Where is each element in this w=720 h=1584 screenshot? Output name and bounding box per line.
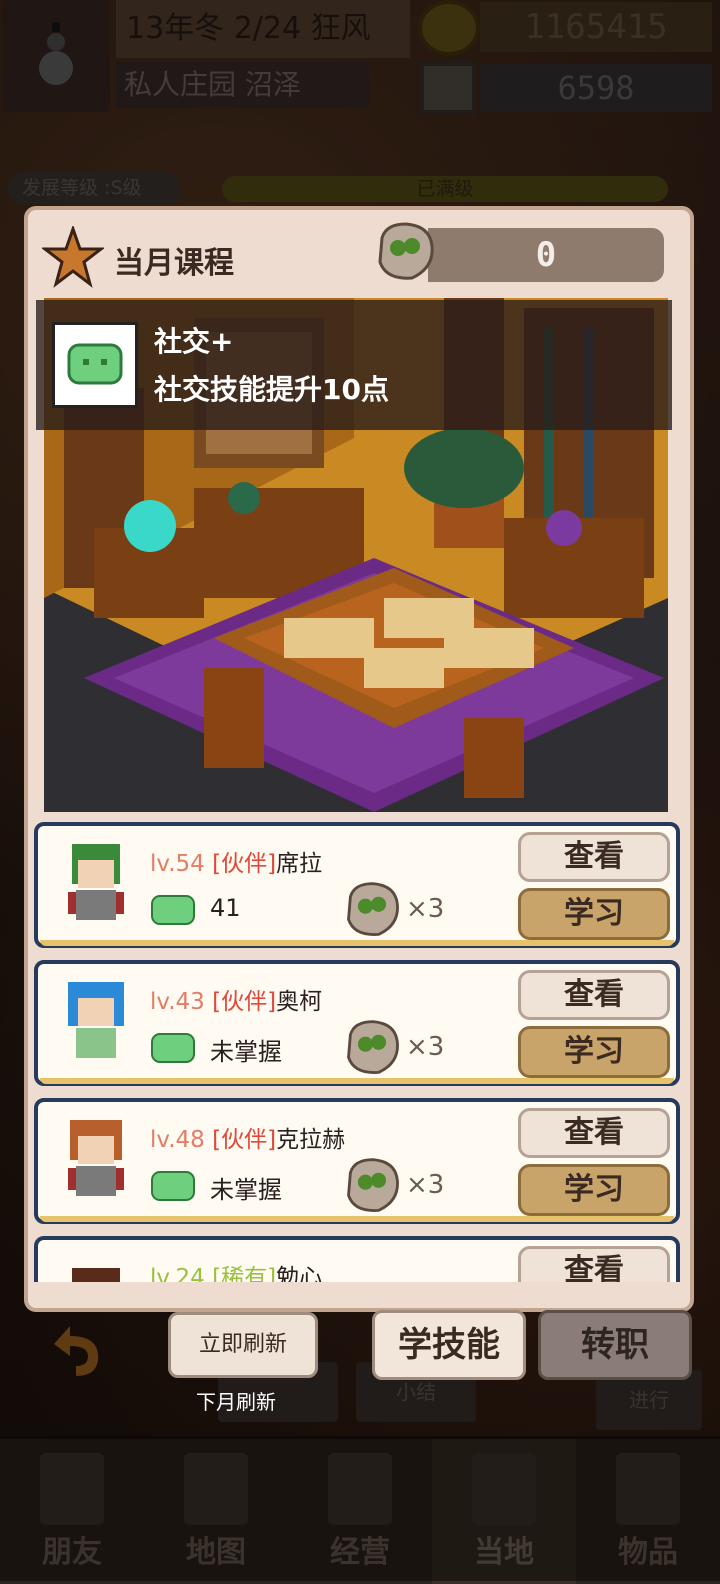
- candidate-category: [伙伴]: [212, 1127, 277, 1153]
- candidate-level: lv.54: [150, 851, 205, 877]
- stone-cost: ×3: [406, 894, 445, 924]
- skill-value: 41: [210, 894, 241, 922]
- social-skill-icon: [151, 895, 195, 925]
- star-icon: [42, 226, 104, 288]
- candidate-title: lv.48 [伙伴]克拉赫: [150, 1120, 345, 1154]
- candidate-name: 勉心: [276, 1265, 323, 1282]
- skill-stone-icon: [378, 222, 434, 280]
- social-skill-icon: [151, 1171, 195, 1201]
- skill-stone-icon: [347, 882, 399, 936]
- candidate-category: [稀有]: [212, 1265, 277, 1282]
- candidate-name: 克拉赫: [276, 1127, 346, 1153]
- panel-title: 当月课程: [114, 246, 234, 281]
- view-button[interactable]: 查看: [518, 832, 670, 882]
- refresh-note: 下月刷新: [196, 1390, 276, 1414]
- chat-bubble-icon: [67, 343, 123, 385]
- course-icon-frame: [52, 322, 138, 408]
- candidate-card: lv.24 [稀有]勉心 查看: [34, 1236, 680, 1282]
- view-button[interactable]: 查看: [518, 970, 670, 1020]
- course-description: 社交技能提升10点: [154, 373, 389, 406]
- candidate-card: lv.54 [伙伴]席拉 41 ×3 查看 学习: [34, 822, 680, 948]
- social-skill-icon: [151, 1033, 195, 1063]
- stone-cost: ×3: [406, 1170, 445, 1200]
- candidate-name: 席拉: [276, 851, 323, 877]
- stone-cost: ×3: [406, 1032, 445, 1062]
- candidate-title: lv.54 [伙伴]席拉: [150, 844, 322, 878]
- candidate-category: [伙伴]: [212, 989, 277, 1015]
- avatar: [68, 1120, 124, 1196]
- candidate-card: lv.43 [伙伴]奥柯 未掌握 ×3 查看 学习: [34, 960, 680, 1086]
- candidate-level: lv.48: [150, 1127, 205, 1153]
- skill-stone-icon: [347, 1020, 399, 1074]
- learn-button[interactable]: 学习: [518, 1026, 670, 1078]
- token-count: 0: [428, 228, 664, 282]
- skill-stone-icon: [347, 1158, 399, 1212]
- candidate-card: lv.48 [伙伴]克拉赫 未掌握 ×3 查看 学习: [34, 1098, 680, 1224]
- candidate-level: lv.43: [150, 989, 205, 1015]
- avatar: [72, 1268, 120, 1282]
- candidate-title: lv.24 [稀有]勉心: [150, 1258, 322, 1282]
- candidate-name: 奥柯: [276, 989, 323, 1015]
- refresh-now-button[interactable]: 立即刷新: [168, 1312, 318, 1378]
- candidate-category: [伙伴]: [212, 851, 277, 877]
- view-button[interactable]: 查看: [518, 1246, 670, 1282]
- learn-button[interactable]: 学习: [518, 1164, 670, 1216]
- candidate-list[interactable]: lv.54 [伙伴]席拉 41 ×3 查看 学习 lv.43 [伙伴]奥柯 未掌…: [34, 822, 682, 1282]
- skill-value: 未掌握: [210, 1038, 282, 1066]
- candidate-title: lv.43 [伙伴]奥柯: [150, 982, 322, 1016]
- avatar: [68, 982, 124, 1058]
- avatar: [68, 844, 124, 920]
- skill-value: 未掌握: [210, 1176, 282, 1204]
- view-button[interactable]: 查看: [518, 1108, 670, 1158]
- learn-button[interactable]: 学习: [518, 888, 670, 940]
- course-name: 社交+: [154, 325, 234, 358]
- learn-skill-button[interactable]: 学技能: [372, 1310, 526, 1380]
- change-job-button[interactable]: 转职: [538, 1310, 692, 1380]
- candidate-level: lv.24: [150, 1265, 205, 1282]
